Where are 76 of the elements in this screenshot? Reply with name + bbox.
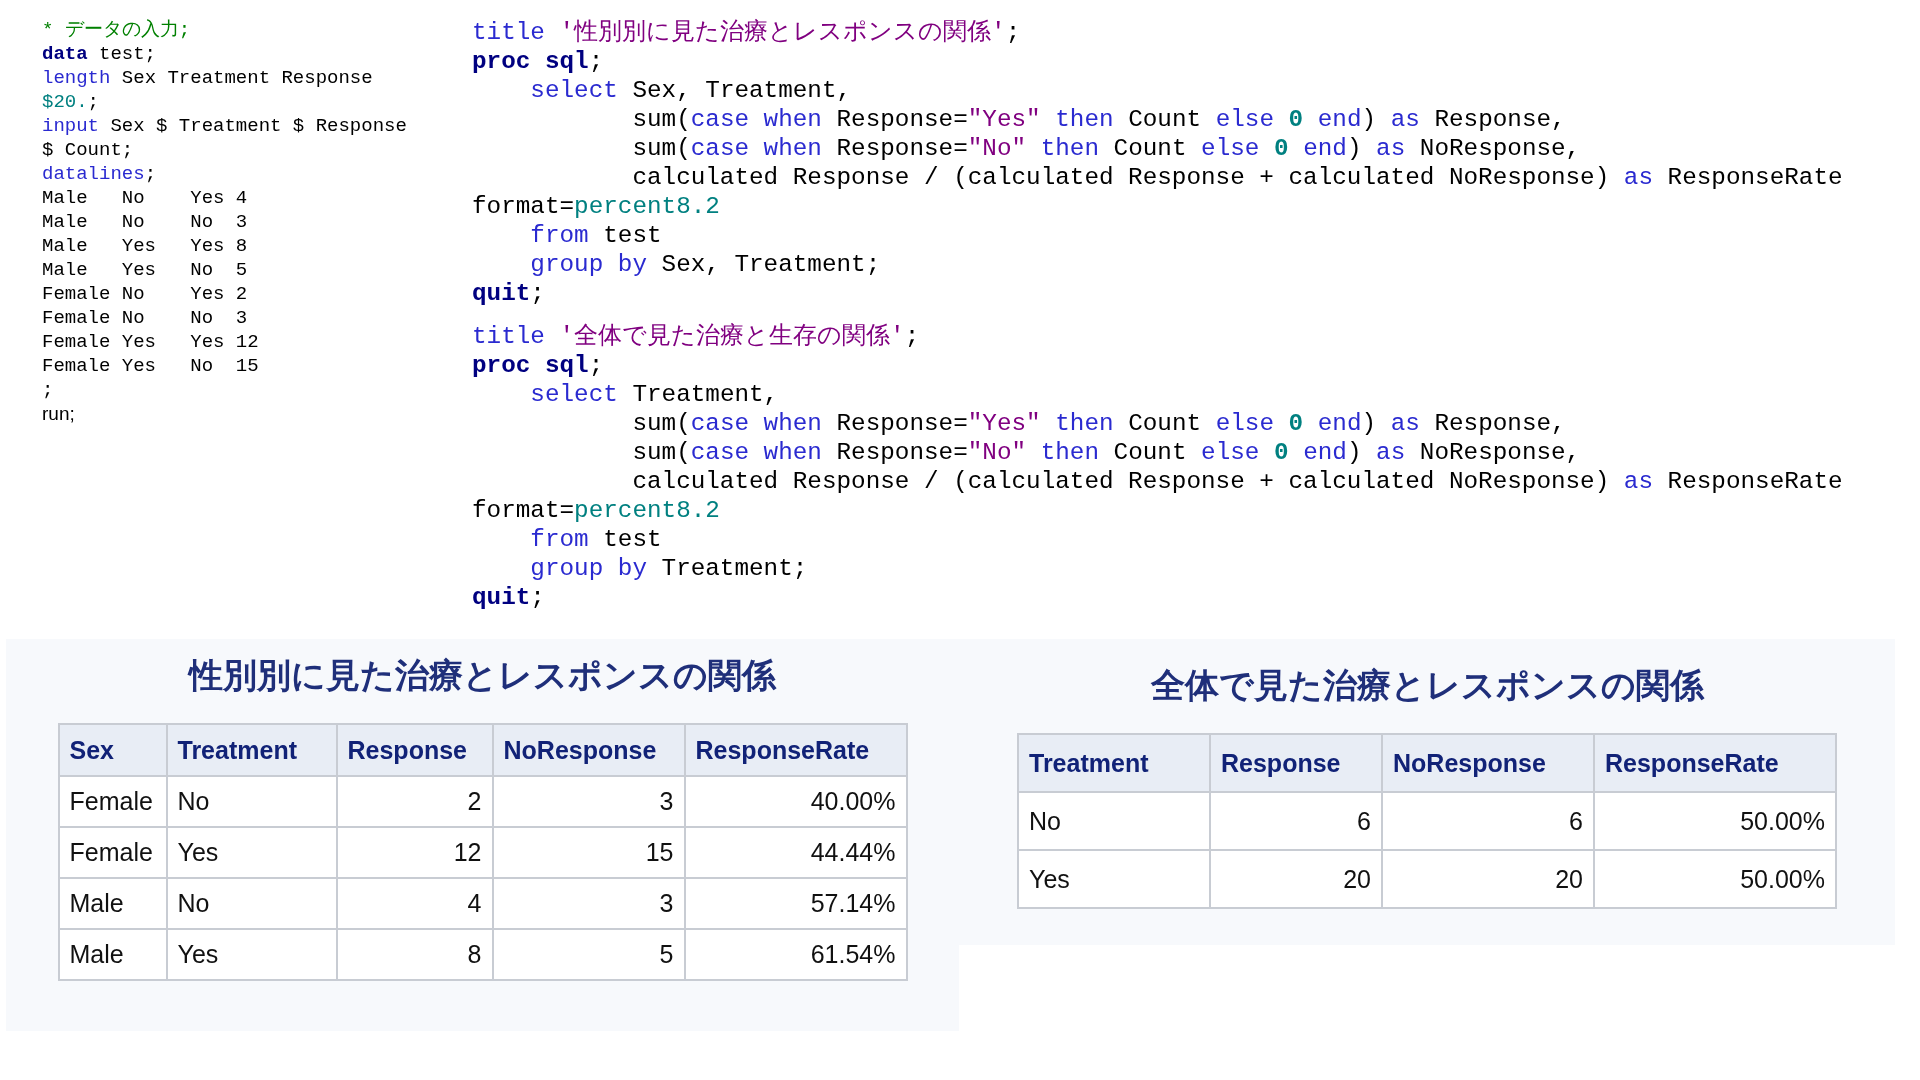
- code-line: Male No No 3: [42, 210, 248, 234]
- table-cell: No: [166, 878, 337, 929]
- code-line: $ Count;: [42, 138, 134, 162]
- column-header: Treatment: [1018, 734, 1210, 792]
- table-cell: 2: [336, 776, 493, 827]
- table-cell: 5: [492, 929, 685, 980]
- table-cell: 6: [1382, 792, 1594, 850]
- code-line: title '性別別に見た治療とレスポンスの関係';: [472, 18, 1021, 47]
- table-cell: Female: [58, 827, 167, 878]
- code-line: Female No Yes 2: [42, 282, 248, 306]
- code-line: sum(case when Response="Yes" then Count else 0 end) as Response,: [631, 409, 1566, 438]
- code-line: sum(case when Response="No" then Count else 0 end) as NoResponse,: [631, 438, 1581, 467]
- table-cell: 12: [336, 827, 493, 878]
- table-cell: Male: [58, 878, 167, 929]
- code-line: select Sex, Treatment,: [529, 76, 852, 105]
- code-line: sum(case when Response="No" then Count else 0 end) as NoResponse,: [631, 134, 1581, 163]
- code-line: length Sex Treatment Response: [42, 66, 373, 90]
- table-cell: No: [1018, 792, 1210, 850]
- column-header: ResponseRate: [1594, 734, 1836, 792]
- code-line: Female Yes Yes 12: [42, 330, 259, 354]
- table-cell: 15: [492, 827, 685, 878]
- code-line: calculated Response / (calculated Response + calculated NoResponse) as ResponseRate: [631, 163, 1843, 192]
- code-line: Female Yes No 15: [42, 354, 259, 378]
- table-cell: 3: [492, 878, 685, 929]
- code-line: $20.;: [42, 90, 99, 114]
- code-line: sum(case when Response="Yes" then Count else 0 end) as Response,: [631, 105, 1566, 134]
- code-line: quit;: [472, 279, 545, 308]
- table-cell: 3: [492, 776, 685, 827]
- table-cell: No: [166, 776, 337, 827]
- table-cell: 50.00%: [1594, 850, 1836, 908]
- code-line: format=percent8.2: [472, 496, 720, 525]
- table-cell: 40.00%: [684, 776, 907, 827]
- table-cell: Yes: [166, 929, 337, 980]
- code-line: input Sex $ Treatment $ Response: [42, 114, 407, 138]
- output-title: 性別別に見た治療とレスポンスの関係: [189, 654, 776, 697]
- table-cell: 20: [1382, 850, 1594, 908]
- code-line: calculated Response / (calculated Response + calculated NoResponse) as ResponseRate: [631, 467, 1843, 496]
- code-line: group by Treatment;: [529, 554, 808, 583]
- code-line: Male Yes Yes 8: [42, 234, 248, 258]
- table-cell: Male: [58, 929, 167, 980]
- code-line: run;: [42, 402, 75, 426]
- code-line: group by Sex, Treatment;: [529, 250, 881, 279]
- code-line: Male Yes No 5: [42, 258, 248, 282]
- table-cell: 8: [336, 929, 493, 980]
- column-header: Sex: [58, 724, 167, 776]
- table-cell: 6: [1210, 792, 1382, 850]
- column-header: ResponseRate: [684, 724, 907, 776]
- column-header: Treatment: [166, 724, 337, 776]
- table-cell: 57.14%: [684, 878, 907, 929]
- code-line: ;: [42, 378, 54, 402]
- code-line: from test: [529, 525, 662, 554]
- code-line: title '全体で見た治療と生存の関係';: [472, 322, 920, 351]
- table-cell: Yes: [166, 827, 337, 878]
- code-line: quit;: [472, 583, 545, 612]
- column-header: Response: [1210, 734, 1382, 792]
- column-header: NoResponse: [492, 724, 685, 776]
- column-header: NoResponse: [1382, 734, 1594, 792]
- code-line: proc sql;: [472, 47, 604, 76]
- table-cell: 61.54%: [684, 929, 907, 980]
- code-line: select Treatment,: [529, 380, 779, 409]
- code-line: from test: [529, 221, 662, 250]
- table-cell: 44.44%: [684, 827, 907, 878]
- code-line: format=percent8.2: [472, 192, 720, 221]
- table-cell: 4: [336, 878, 493, 929]
- column-header: Response: [336, 724, 493, 776]
- table-cell: 20: [1210, 850, 1382, 908]
- code-line: Female No No 3: [42, 306, 248, 330]
- table-cell: 50.00%: [1594, 792, 1836, 850]
- output-title: 全体で見た治療とレスポンスの関係: [1150, 664, 1704, 707]
- table-cell: Yes: [1018, 850, 1210, 908]
- table-cell: Female: [58, 776, 167, 827]
- code-line: * データの入力;: [42, 18, 191, 42]
- code-line: datalines;: [42, 162, 157, 186]
- code-line: proc sql;: [472, 351, 604, 380]
- code-line: data test;: [42, 42, 157, 66]
- code-line: Male No Yes 4: [42, 186, 248, 210]
